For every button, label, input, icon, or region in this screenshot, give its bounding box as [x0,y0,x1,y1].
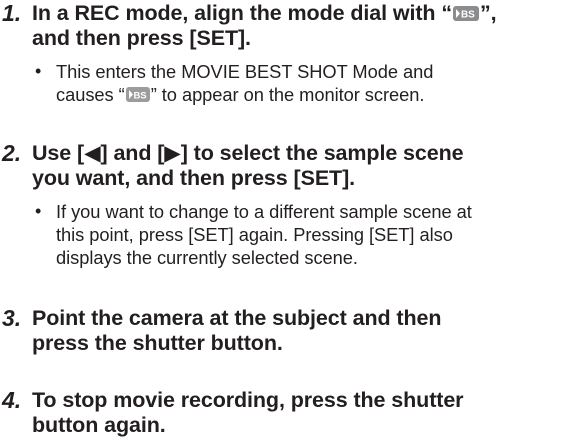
bullet-dot: • [35,61,42,81]
svg-text:BS: BS [133,91,146,102]
step-2-bullet: • If you want to change to a different s… [35,201,472,268]
svg-text:BS: BS [461,10,475,21]
step-2-heading: 2. Use [◀] and [▶] to select the sample … [2,140,464,191]
instruction-page: 1. In a REC mode, align the mode dial wi… [0,0,581,446]
step-4: 4. To stop movie recording, press the sh… [0,388,578,438]
movie-best-shot-icon: BS [452,6,479,21]
step-number: 4. [2,387,21,413]
step-2: 2. Use [◀] and [▶] to select the sample … [0,141,578,269]
step-1-heading: 1. In a REC mode, align the mode dial wi… [0,1,578,51]
step-3: 3. Point the camera at the subject and t… [0,306,578,356]
step-number: 3. [2,305,21,331]
step-3-heading: 3. Point the camera at the subject and t… [2,305,442,356]
step-4-heading: 4. To stop movie recording, press the sh… [2,387,464,438]
bullet-dot: • [35,201,42,221]
step-number: 2. [2,140,21,166]
step-1: 1. In a REC mode, align the mode dial wi… [0,1,578,106]
step-1-heading-line-2: and then press [SET]. [32,26,251,50]
movie-best-shot-icon: BS [125,87,150,102]
step-1-bullet: • This enters the MOVIE BEST SHOT Mode a… [35,61,434,105]
step-number: 1. [2,0,21,26]
step-1-heading-line-1: In a REC mode, align the mode dial with … [32,1,497,25]
